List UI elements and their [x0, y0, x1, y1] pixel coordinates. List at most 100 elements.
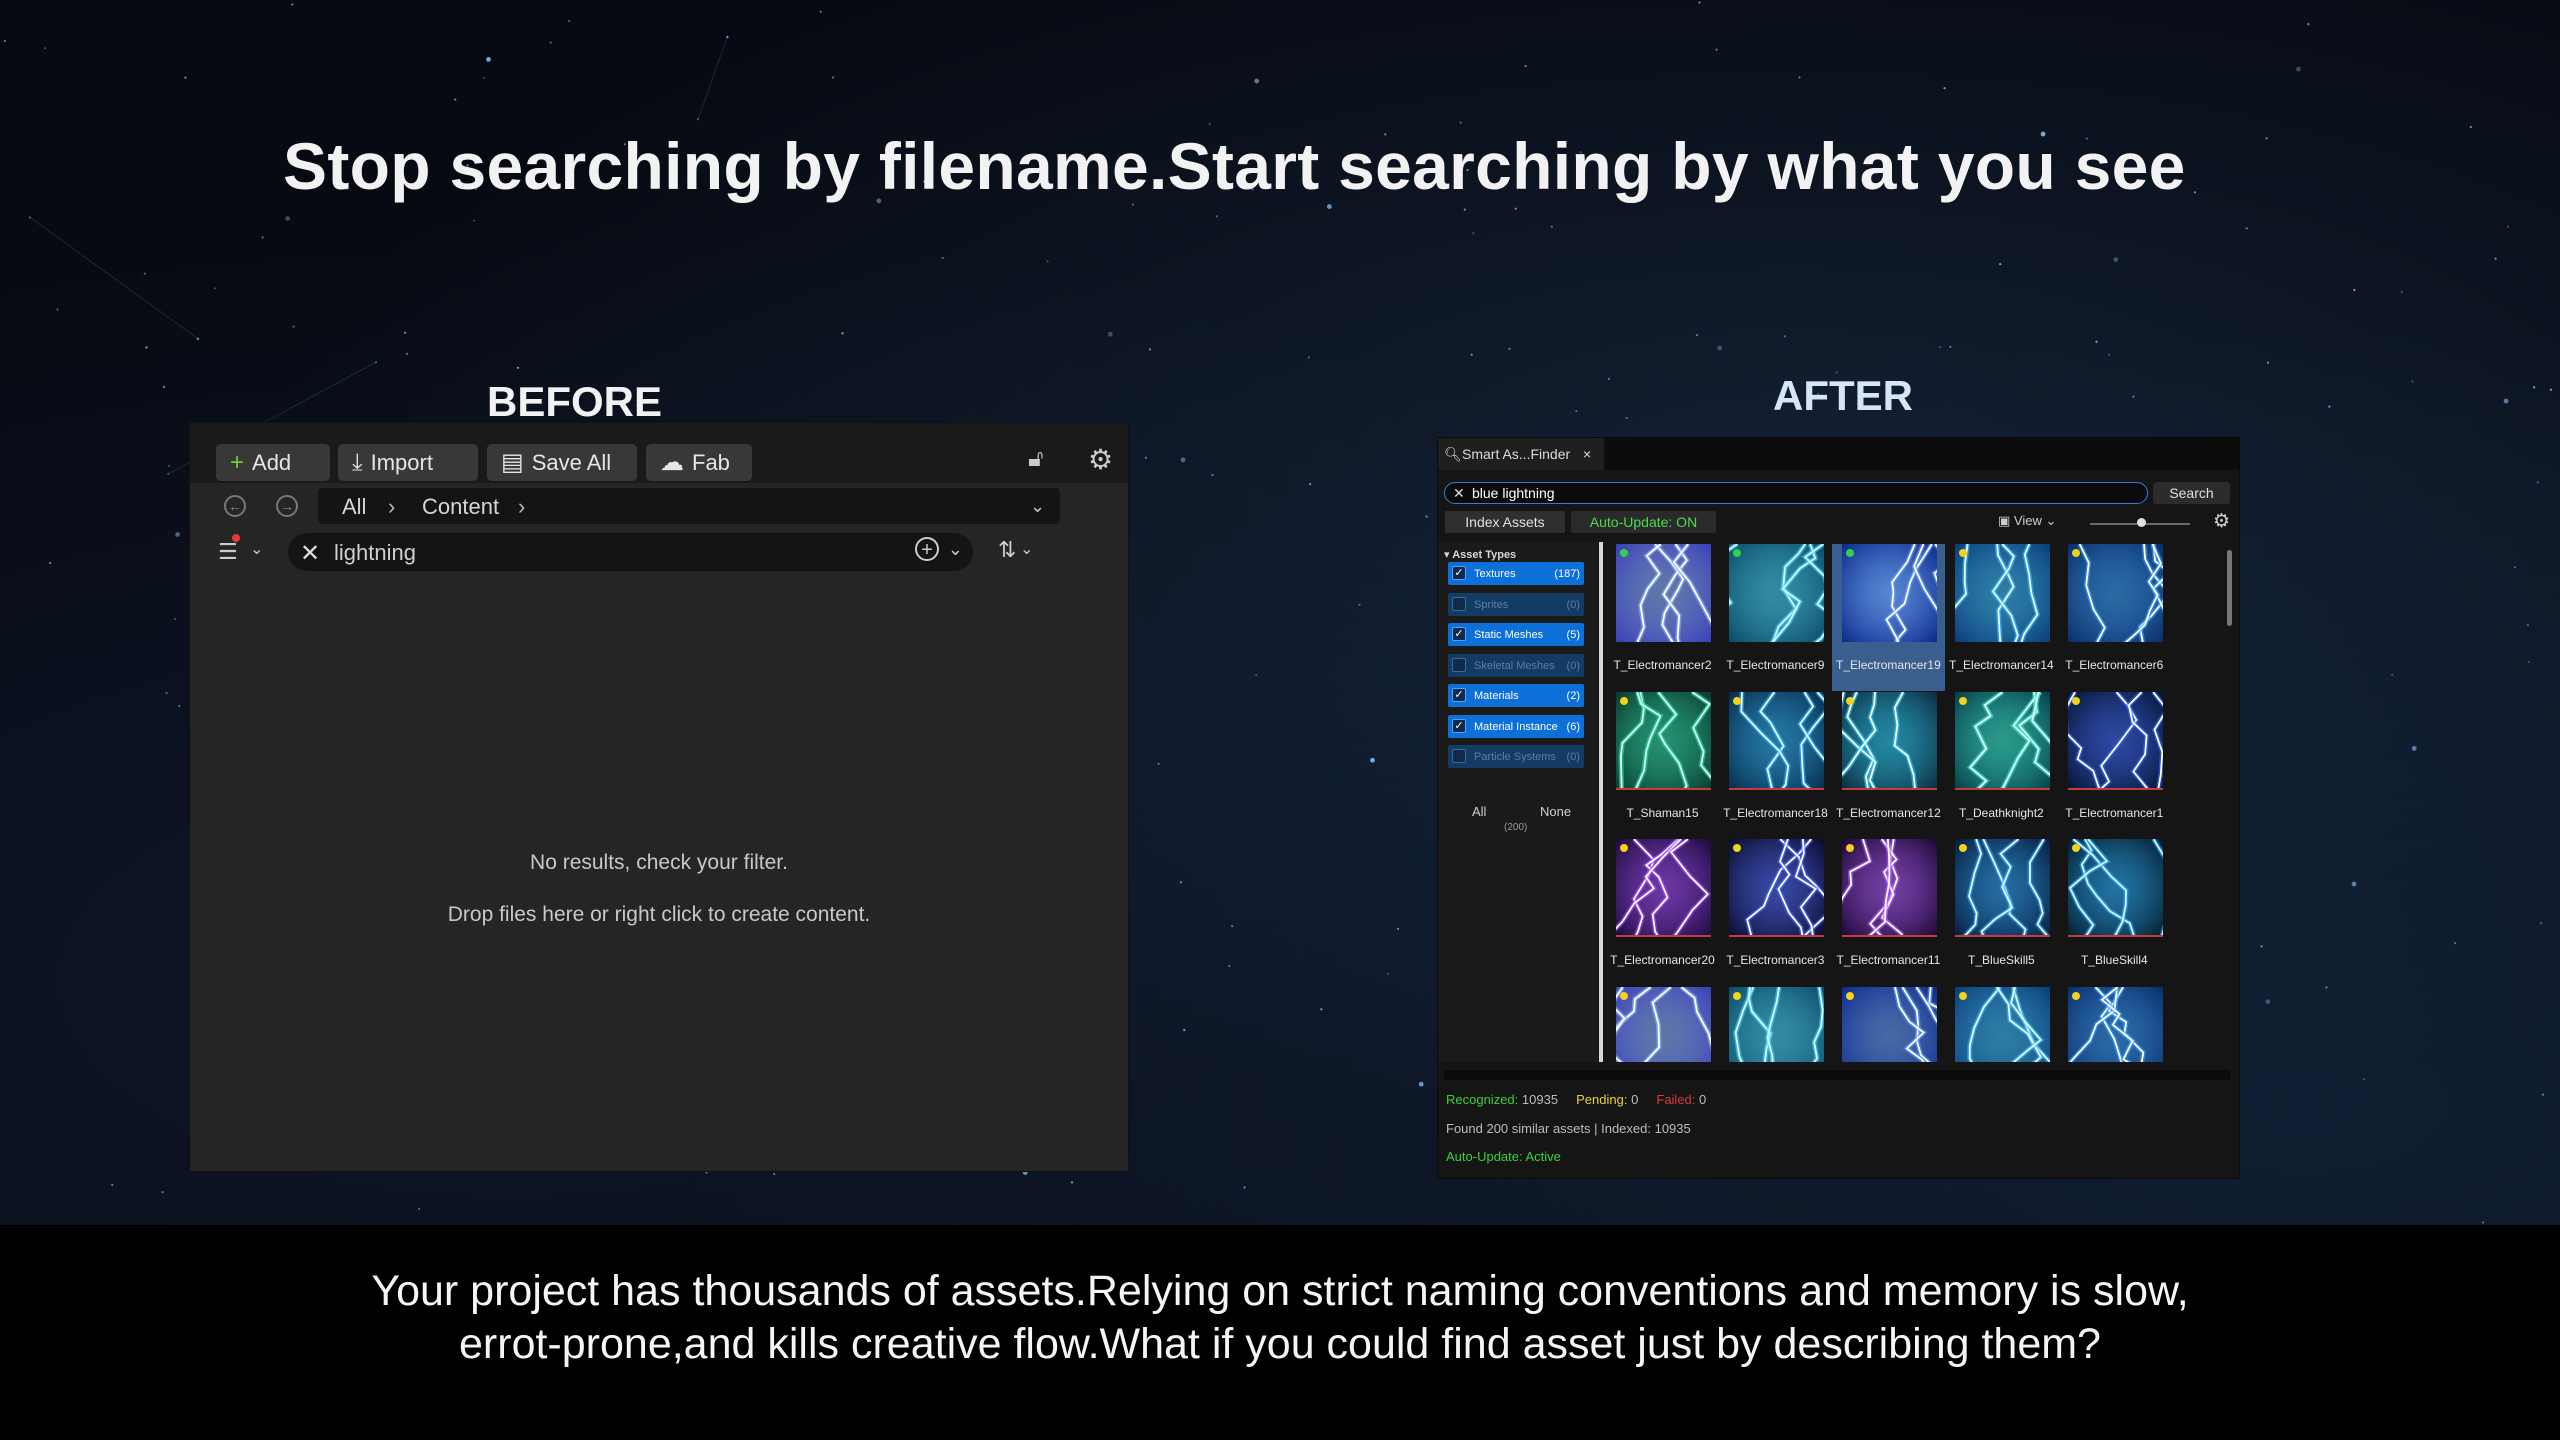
filter-label: Textures	[1474, 568, 1516, 580]
checkbox[interactable]: ✓	[1452, 718, 1466, 733]
search-button[interactable]: Search	[2153, 482, 2230, 504]
asset-tile[interactable]: T_Electromancer14	[1945, 544, 2058, 691]
index-stats: Recognized: 10935 Pending: 0 Failed: 0	[1446, 1092, 1706, 1107]
select-none-button[interactable]: None	[1540, 804, 1571, 819]
search-input[interactable]: ✕ lightning + ⌄	[288, 533, 973, 571]
asset-tile[interactable]	[1606, 986, 1719, 1062]
status-dot	[1732, 844, 1741, 852]
checkbox[interactable]: ✓	[1452, 627, 1466, 641]
asset-thumbnail	[1841, 691, 1937, 790]
checkbox[interactable]	[1452, 749, 1466, 763]
breadcrumb-content[interactable]: Content	[422, 494, 499, 520]
status-dot	[1620, 696, 1628, 705]
add-filter-icon[interactable]: +	[915, 537, 939, 561]
asset-name: T_Electromancer14	[1949, 658, 2054, 672]
asset-tile[interactable]: T_Electromancer3	[1719, 839, 1832, 986]
asset-thumbnail	[1954, 691, 2050, 790]
filter-particle-systems[interactable]: Particle Systems (0)	[1448, 745, 1584, 768]
save-all-button[interactable]: ▤ Save All	[487, 444, 637, 481]
asset-thumbnail	[1616, 544, 1711, 642]
asset-tile[interactable]: T_Deathknight2	[1945, 691, 2058, 839]
auto-update-toggle[interactable]: Auto-Update: ON	[1571, 511, 1716, 533]
filter-material-instance[interactable]: ✓ Material Instance (6)	[1448, 714, 1584, 738]
filter-count: (0)	[1566, 751, 1580, 763]
asset-tile[interactable]: T_Electromancer2	[1606, 544, 1719, 691]
caption-line-2: errot-prone,and kills creative flow.What…	[459, 1320, 2101, 1368]
add-button[interactable]: + Add	[216, 444, 330, 481]
fab-icon: ☁	[660, 449, 684, 476]
scrollbar[interactable]	[2227, 550, 2232, 626]
index-assets-button[interactable]: Index Assets	[1445, 511, 1565, 533]
asset-type-line	[1728, 935, 1824, 937]
asset-thumbnail	[1954, 839, 2050, 937]
asset-tile[interactable]	[2058, 986, 2171, 1062]
after-label: AFTER	[1773, 372, 1913, 419]
save-all-label: Save All	[531, 449, 612, 475]
asset-name: T_Electromancer9	[1726, 658, 1825, 672]
asset-thumbnail	[1616, 691, 1711, 790]
clear-search-icon[interactable]: ✕	[1453, 485, 1465, 502]
asset-tile[interactable]: T_Electromancer12	[1832, 691, 1945, 839]
asset-tile[interactable]	[1832, 986, 1945, 1062]
select-all-button[interactable]: All	[1472, 804, 1486, 819]
import-button[interactable]: ⤓ Import	[338, 444, 478, 481]
filter-skeletal-meshes[interactable]: Skeletal Meshes (0)	[1448, 653, 1584, 677]
asset-tile[interactable]: T_Electromancer11	[1832, 839, 1945, 986]
asset-thumbnail	[2067, 544, 2163, 642]
filter-label: Material Instance	[1474, 720, 1558, 733]
forward-icon[interactable]: →	[276, 495, 298, 517]
found-summary: Found 200 similar assets | Indexed: 1093…	[1446, 1121, 1691, 1136]
asset-tile[interactable]: T_Electromancer20	[1606, 839, 1719, 986]
splitter[interactable]	[1599, 542, 1603, 1062]
chevron-down-icon[interactable]: ⌄	[948, 539, 963, 560]
status-dot	[1958, 549, 1967, 557]
asset-tile[interactable]: T_Electromancer1	[2058, 691, 2171, 839]
asset-tile[interactable]: T_Electromancer19	[1831, 544, 1945, 691]
view-menu[interactable]: ▣ View ⌄	[1998, 513, 2056, 529]
filter-materials[interactable]: ✓ Materials (2)	[1448, 684, 1584, 707]
caption-line-1: Your project has thousands of assets.Rel…	[371, 1267, 2189, 1315]
total-count: (200)	[1504, 822, 1528, 833]
asset-tile[interactable]: T_Shaman15	[1606, 691, 1719, 839]
asset-type-line	[1841, 935, 1937, 937]
filter-static-meshes[interactable]: ✓ Static Meshes (5)	[1448, 623, 1584, 646]
asset-name: T_Electromancer6	[2065, 658, 2164, 672]
search-input[interactable]: ✕ blue lightning	[1444, 482, 2148, 504]
close-icon[interactable]: ×	[1583, 446, 1591, 462]
checkbox[interactable]	[1452, 657, 1466, 672]
smart-asset-finder-window: 🔍︎ Smart As...Finder × ✕ blue lightning …	[1437, 437, 2240, 1179]
auto-update-status: Auto-Update: Active	[1446, 1149, 1561, 1164]
filter-sprites[interactable]: Sprites (0)	[1448, 592, 1584, 616]
asset-tile[interactable]	[1719, 986, 1832, 1062]
asset-tile[interactable]	[1945, 986, 2058, 1062]
status-dot	[1845, 696, 1854, 705]
asset-name: T_Electromancer19	[1836, 658, 1941, 672]
asset-name: T_Electromancer12	[1836, 805, 1941, 820]
asset-tile[interactable]: T_BlueSkill4	[2058, 839, 2171, 986]
tab-smart-asset-finder[interactable]: 🔍︎ Smart As...Finder ×	[1438, 438, 1604, 470]
asset-type-sidebar: ▾ Asset Types ✓ Textures (187) Sprites (0) ✓ S…	[1438, 542, 1598, 1062]
clear-search-icon[interactable]: ✕	[300, 539, 320, 568]
chevron-down-icon[interactable]: ⌄	[1020, 539, 1033, 559]
slider-knob[interactable]	[2137, 518, 2146, 527]
checkbox[interactable]	[1452, 596, 1466, 611]
filter-textures[interactable]: ✓ Textures (187)	[1448, 562, 1584, 585]
asset-tile[interactable]: T_Electromancer9	[1719, 544, 1832, 691]
drop-hint: Drop files here or right click to create…	[447, 903, 871, 926]
breadcrumb-all[interactable]: All	[342, 494, 366, 520]
asset-types-header[interactable]: ▾ Asset Types	[1444, 548, 1516, 561]
asset-thumbnail	[1841, 839, 1937, 937]
import-label: Import	[370, 449, 433, 475]
gear-icon[interactable]: ⚙	[2213, 510, 2230, 533]
lock-icon[interactable]: 🔓︎	[1028, 445, 1044, 473]
asset-tile[interactable]: T_BlueSkill5	[1945, 839, 2058, 986]
fab-button[interactable]: ☁ Fab	[646, 444, 752, 481]
asset-tile[interactable]: T_Electromancer6	[2058, 544, 2171, 691]
checkbox[interactable]: ✓	[1452, 688, 1466, 702]
breadcrumb: All › Content › ⌄	[318, 488, 1060, 524]
filter-count: (6)	[1566, 720, 1580, 733]
checkbox[interactable]: ✓	[1452, 566, 1466, 580]
asset-tile[interactable]: T_Electromancer18	[1719, 691, 1832, 839]
filter-icon[interactable]: ☰	[218, 539, 238, 565]
asset-type-line	[1616, 787, 1711, 790]
